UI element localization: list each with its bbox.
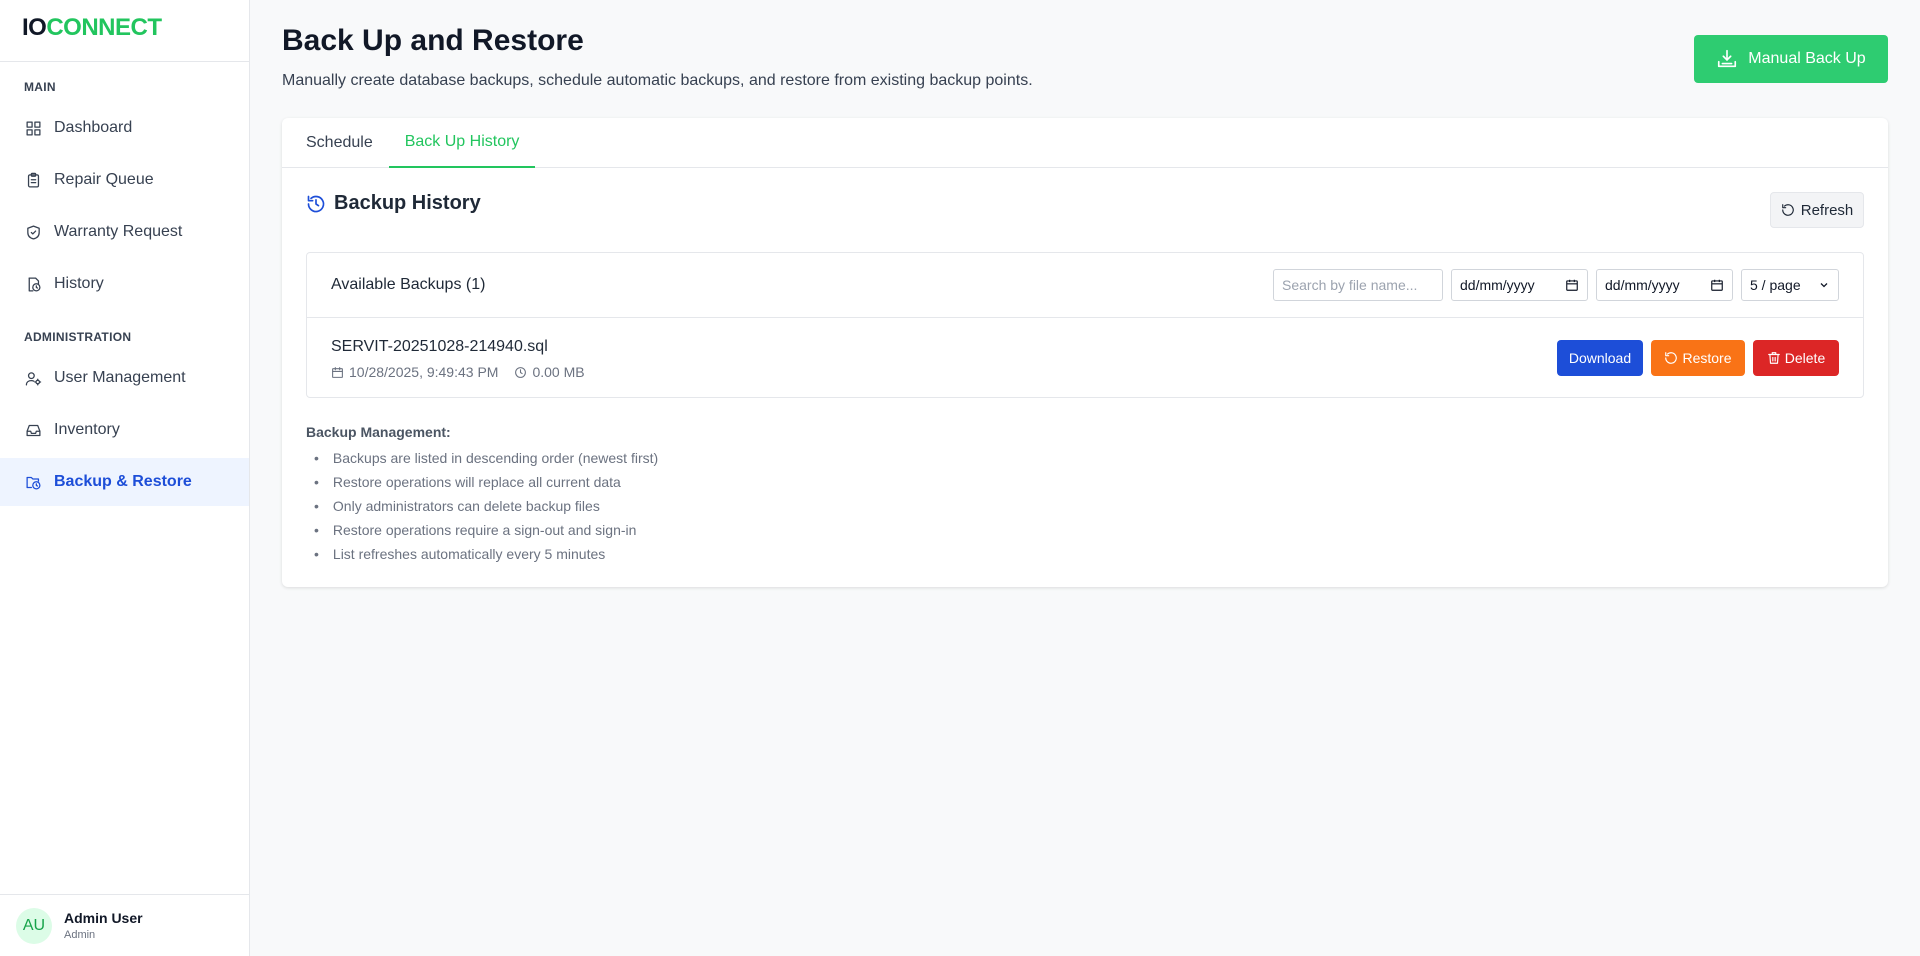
user-role: Admin: [64, 929, 96, 941]
page-size-value: 5 / page: [1750, 277, 1801, 293]
table-row: SERVIT-20251028-214940.sql 10/28/2025, 9…: [307, 318, 1863, 398]
restore-icon: [1665, 352, 1678, 364]
sidebar-item-inventory[interactable]: Inventory: [0, 406, 249, 454]
delete-label: Delete: [1784, 350, 1826, 366]
user-name: Admin User: [64, 910, 143, 926]
sidebar-item-history[interactable]: History: [0, 260, 249, 308]
list-item: Only administrators can delete backup fi…: [314, 494, 658, 518]
filter-bar: Search by file name... dd/mm/yyyy dd/mm/…: [1273, 269, 1839, 301]
history-icon: [24, 275, 42, 293]
history-icon: [307, 195, 325, 212]
tab-bar: Schedule Back Up History: [282, 118, 1888, 168]
chevron-down-icon: [1820, 283, 1828, 288]
nav-section-main: MAIN: [24, 80, 56, 94]
manual-backup-label: Manual Back Up: [1748, 50, 1866, 67]
management-title: Backup Management:: [306, 424, 451, 440]
tab-backup-history[interactable]: Back Up History: [388, 118, 536, 168]
calendar-icon[interactable]: [1710, 278, 1724, 292]
date-to-input[interactable]: dd/mm/yyyy: [1596, 269, 1733, 301]
page-title: Back Up and Restore: [282, 24, 584, 57]
backup-datetime-value: 10/28/2025, 9:49:43 PM: [349, 364, 499, 380]
trash-icon: [1767, 352, 1780, 364]
refresh-label: Refresh: [1800, 201, 1854, 219]
download-button[interactable]: Download: [1557, 340, 1643, 376]
folder-clock-icon: [24, 473, 42, 491]
sidebar-item-backup-restore[interactable]: Backup & Restore: [0, 458, 249, 506]
clock-icon: [515, 366, 527, 378]
current-user[interactable]: AU Admin User Admin: [0, 894, 250, 956]
backup-list-header: Available Backups (1) Search by file nam…: [307, 253, 1863, 318]
section-title: Backup History: [334, 192, 481, 214]
backup-size-value: 0.00 MB: [532, 364, 585, 380]
calendar-icon[interactable]: [1565, 278, 1579, 292]
shield-check-icon: [24, 223, 42, 241]
main-content: Back Up and Restore Manually create data…: [250, 0, 1920, 956]
list-item: Restore operations will replace all curr…: [314, 470, 658, 494]
sidebar-item-label: Dashboard: [54, 119, 133, 136]
date-from-input[interactable]: dd/mm/yyyy: [1451, 269, 1588, 301]
logo-part-connect: CONNECT: [46, 14, 162, 41]
page-subtitle: Manually create database backups, schedu…: [282, 72, 1033, 89]
sidebar-item-label: Warranty Request: [54, 223, 183, 240]
section-header: Backup History: [306, 192, 481, 215]
restore-label: Restore: [1682, 350, 1732, 366]
list-item: Backups are listed in descending order (…: [314, 446, 658, 470]
manual-backup-button[interactable]: Manual Back Up: [1694, 35, 1888, 83]
list-item: List refreshes automatically every 5 min…: [314, 542, 658, 566]
backup-datetime: 10/28/2025, 9:49:43 PM: [331, 364, 498, 380]
sidebar: IOCONNECT MAIN Dashboard Repair Queue Wa…: [0, 0, 250, 956]
management-list: Backups are listed in descending order (…: [306, 446, 658, 566]
available-backups-count: Available Backups (1): [331, 276, 486, 293]
sidebar-item-label: User Management: [54, 369, 186, 386]
sidebar-item-label: History: [54, 275, 104, 292]
sidebar-item-label: Inventory: [54, 421, 120, 438]
app-logo[interactable]: IOCONNECT: [0, 0, 249, 62]
backup-card: Schedule Back Up History Backup History …: [282, 118, 1888, 587]
sidebar-item-label: Repair Queue: [54, 171, 154, 188]
search-input[interactable]: Search by file name...: [1273, 269, 1443, 301]
backup-size: 0.00 MB: [514, 364, 585, 380]
user-cog-icon: [24, 369, 42, 387]
date-to-value: dd/mm/yyyy: [1605, 277, 1680, 293]
refresh-icon: [1781, 204, 1794, 216]
clipboard-icon: [24, 171, 42, 189]
calendar-icon: [332, 366, 343, 378]
refresh-button[interactable]: Refresh: [1770, 192, 1864, 228]
page-size-select[interactable]: 5 / page: [1741, 269, 1839, 301]
sidebar-item-warranty-request[interactable]: Warranty Request: [0, 208, 249, 256]
row-actions: Download Restore Delete: [1557, 340, 1839, 376]
grid-icon: [24, 119, 42, 137]
delete-button[interactable]: Delete: [1753, 340, 1839, 376]
logo-part-io: IO: [22, 14, 47, 41]
download-tray-icon: [1718, 49, 1737, 68]
list-item: Restore operations require a sign-out an…: [314, 518, 658, 542]
restore-button[interactable]: Restore: [1651, 340, 1745, 376]
backup-management-notes: Backup Management: Backups are listed in…: [306, 424, 658, 566]
inbox-icon: [24, 421, 42, 439]
sidebar-item-label: Backup & Restore: [54, 473, 192, 490]
sidebar-item-repair-queue[interactable]: Repair Queue: [0, 156, 249, 204]
tab-schedule[interactable]: Schedule: [290, 118, 389, 168]
sidebar-item-dashboard[interactable]: Dashboard: [0, 104, 249, 152]
sidebar-item-user-management[interactable]: User Management: [0, 354, 249, 402]
date-from-value: dd/mm/yyyy: [1460, 277, 1535, 293]
backup-list: Available Backups (1) Search by file nam…: [306, 252, 1864, 398]
avatar: AU: [16, 907, 52, 944]
nav-section-administration: ADMINISTRATION: [24, 330, 132, 344]
